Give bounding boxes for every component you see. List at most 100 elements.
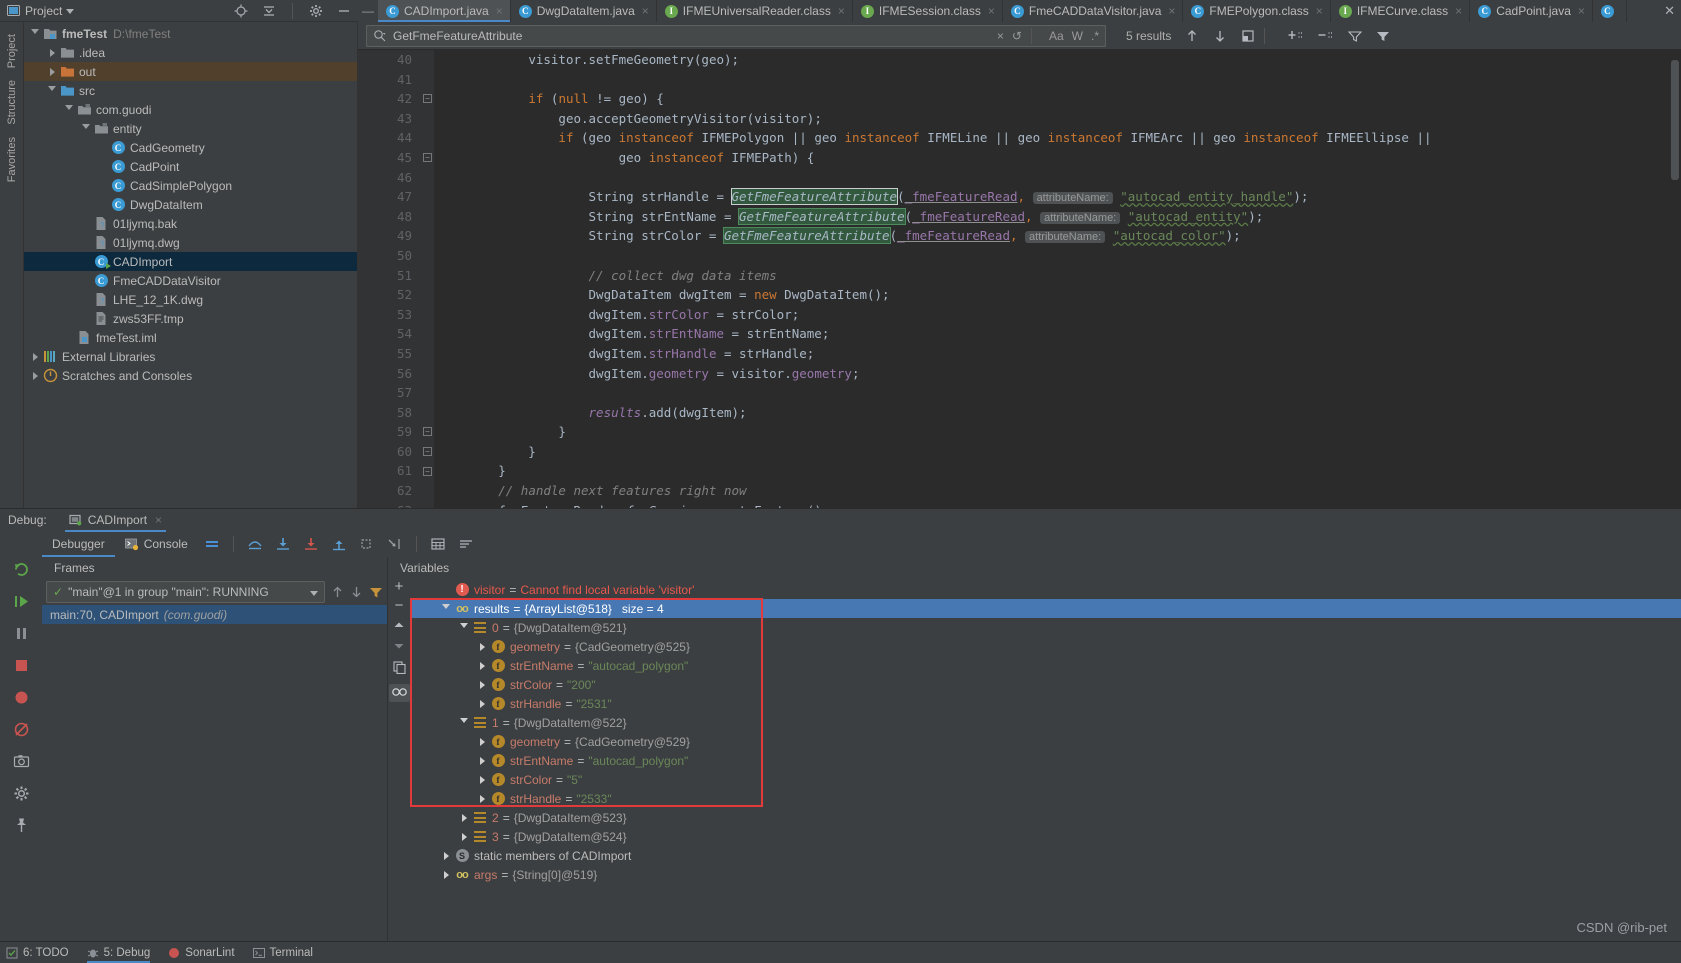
frame-down-icon[interactable] <box>350 585 363 599</box>
editor-tab-0[interactable]: C CADImport.java × <box>378 0 511 22</box>
variable-row[interactable]: f strHandle = "2533" <box>410 789 1681 808</box>
tree-node-com-guodi[interactable]: com.guodi <box>24 100 357 119</box>
settings-gear-icon[interactable] <box>13 785 30 805</box>
chevron-right-icon[interactable] <box>474 794 490 803</box>
tree-node-external-libraries[interactable]: External Libraries <box>24 347 357 366</box>
regex-toggle[interactable]: .* <box>1091 29 1099 43</box>
code-line[interactable]: results.add(dwgItem); <box>438 403 1681 423</box>
close-icon[interactable]: × <box>838 5 845 17</box>
collapse-tabs-icon[interactable]: — <box>358 0 378 22</box>
stop-icon[interactable] <box>13 657 30 677</box>
step-into-icon[interactable] <box>275 537 291 551</box>
editor-tab-5[interactable]: C FMEPolygon.class × <box>1183 0 1331 22</box>
code-line[interactable]: fmeFeatureRead = fmeSession.createFeatur… <box>438 501 1681 508</box>
add-selection-icon[interactable] <box>1288 29 1304 43</box>
code-folding-column[interactable]: − − − − − <box>420 50 434 508</box>
drop-frame-icon[interactable] <box>359 537 375 551</box>
frame-item[interactable]: main:70, CADImport (com.guodi) <box>42 605 387 624</box>
editor-tab-6[interactable]: I IFMECurve.class × <box>1330 0 1471 22</box>
close-icon[interactable]: × <box>1455 5 1462 17</box>
screenshot-icon[interactable] <box>13 753 30 773</box>
whole-words-toggle[interactable]: W <box>1072 29 1083 43</box>
thread-selector[interactable]: ✓ "main"@1 in group "main": RUNNING <box>46 581 325 603</box>
close-icon[interactable]: × <box>642 5 649 17</box>
editor-tab-2[interactable]: I IFMEUniversalReader.class × <box>656 0 853 22</box>
step-out-icon[interactable] <box>331 537 347 551</box>
find-previous-icon[interactable] <box>1185 29 1199 43</box>
code-line[interactable]: } <box>438 461 1681 481</box>
close-icon[interactable]: × <box>496 5 503 17</box>
fold-marker[interactable]: − <box>423 447 432 456</box>
code-line[interactable]: DwgDataItem dwgItem = new DwgDataItem(); <box>438 285 1681 305</box>
chevron-down-icon[interactable] <box>28 29 42 38</box>
remove-selection-icon[interactable] <box>1318 29 1334 43</box>
code-line[interactable]: String strColor = GetFmeFeatureAttribute… <box>438 226 1681 246</box>
variable-row[interactable]: f strEntName = "autocad_polygon" <box>410 656 1681 675</box>
run-to-cursor-icon[interactable] <box>387 537 403 551</box>
force-step-into-icon[interactable] <box>303 537 319 551</box>
chevron-right-icon[interactable] <box>28 352 42 361</box>
code-line[interactable] <box>438 70 1681 90</box>
status-sonarlint[interactable]: SonarLint <box>168 947 235 959</box>
close-icon[interactable]: × <box>1168 5 1175 17</box>
tree-node-cadsimplepolygon[interactable]: C CadSimplePolygon <box>24 176 357 195</box>
editor-tab-4[interactable]: C FmeCADDataVisitor.java × <box>1002 0 1184 22</box>
tree-node-fmecaddatavisitor[interactable]: C FmeCADDataVisitor <box>24 271 357 290</box>
code-line[interactable]: dwgItem.geometry = visitor.geometry; <box>438 364 1681 384</box>
variable-row[interactable]: ! visitor = Cannot find local variable 'vis… <box>410 580 1681 599</box>
code-line[interactable]: String strEntName = GetFmeFeatureAttribu… <box>438 207 1681 227</box>
tree-node-dwgdataitem[interactable]: C DwgDataItem <box>24 195 357 214</box>
code-line[interactable] <box>438 168 1681 188</box>
tree-node-out[interactable]: out <box>24 62 357 81</box>
code-line[interactable]: visitor.setFmeGeometry(geo); <box>438 50 1681 70</box>
fold-marker[interactable]: − <box>423 94 432 104</box>
tree-node-01ljymq-bak[interactable]: ? 01ljymq.bak <box>24 214 357 233</box>
editor-tab-7[interactable]: C CadPoint.java × <box>1470 0 1593 22</box>
settings-gear-icon[interactable] <box>309 4 323 18</box>
fold-marker[interactable]: − <box>423 466 432 476</box>
chevron-right-icon[interactable] <box>456 832 472 841</box>
variable-row[interactable]: 1 = {DwgDataItem@522} <box>410 713 1681 732</box>
status-todo[interactable]: 6: TODO <box>6 947 69 959</box>
fold-marker[interactable]: − <box>423 153 432 162</box>
variables-tree[interactable]: ! visitor = Cannot find local variable 'vis… <box>410 579 1681 941</box>
tree-node-cadgeometry[interactable]: C CadGeometry <box>24 138 357 157</box>
chevron-right-icon[interactable] <box>438 870 454 879</box>
hide-panel-icon[interactable] <box>337 4 351 18</box>
tool-window-project[interactable]: Project <box>6 34 18 68</box>
move-down-icon[interactable] <box>393 640 405 654</box>
chevron-right-icon[interactable] <box>45 67 59 76</box>
step-over-icon[interactable] <box>247 537 263 551</box>
code-line[interactable]: if (geo instanceof IFMEPolygon || geo in… <box>438 128 1681 148</box>
close-icon[interactable]: × <box>988 5 995 17</box>
filter-frames-icon[interactable] <box>369 585 383 599</box>
pause-icon[interactable] <box>13 625 30 645</box>
chevron-down-icon[interactable] <box>79 124 93 133</box>
tab-console[interactable]: Console <box>115 531 198 557</box>
status-debug[interactable]: 5: Debug <box>86 947 150 963</box>
frame-up-icon[interactable] <box>331 585 344 599</box>
tab-debugger[interactable]: Debugger <box>42 531 115 557</box>
variable-row[interactable]: oo results = {ArrayList@518} size = 4 <box>410 599 1681 618</box>
settings-icon[interactable] <box>458 537 474 551</box>
tree-node-zws53ff-tmp[interactable]: zws53FF.tmp <box>24 309 357 328</box>
chevron-down-icon[interactable] <box>456 718 472 727</box>
pin-icon[interactable] <box>13 817 30 837</box>
status-terminal[interactable]: Terminal <box>252 947 313 959</box>
code-line[interactable]: // handle next features right now <box>438 481 1681 501</box>
tool-window-favorites[interactable]: Favorites <box>6 137 18 182</box>
copy-icon[interactable] <box>392 661 406 677</box>
chevron-right-icon[interactable] <box>28 371 42 380</box>
close-icon[interactable]: × <box>1578 5 1585 17</box>
variable-row[interactable]: f geometry = {CadGeometry@529} <box>410 732 1681 751</box>
editor-tab-1[interactable]: C DwgDataItem.java × <box>510 0 657 22</box>
clear-search-icon[interactable]: × <box>997 29 1004 43</box>
code-line[interactable]: } <box>438 442 1681 462</box>
evaluate-expression-icon[interactable] <box>430 537 446 551</box>
code-line[interactable]: // collect dwg data items <box>438 266 1681 286</box>
search-input[interactable]: GetFmeFeatureAttribute × ↺ Aa W .* <box>366 24 1106 47</box>
filter-search-results-icon[interactable] <box>1348 29 1363 43</box>
tree-node--idea[interactable]: .idea <box>24 43 357 62</box>
add-watch-icon[interactable]: + <box>395 579 404 594</box>
chevron-down-icon[interactable] <box>456 623 472 632</box>
